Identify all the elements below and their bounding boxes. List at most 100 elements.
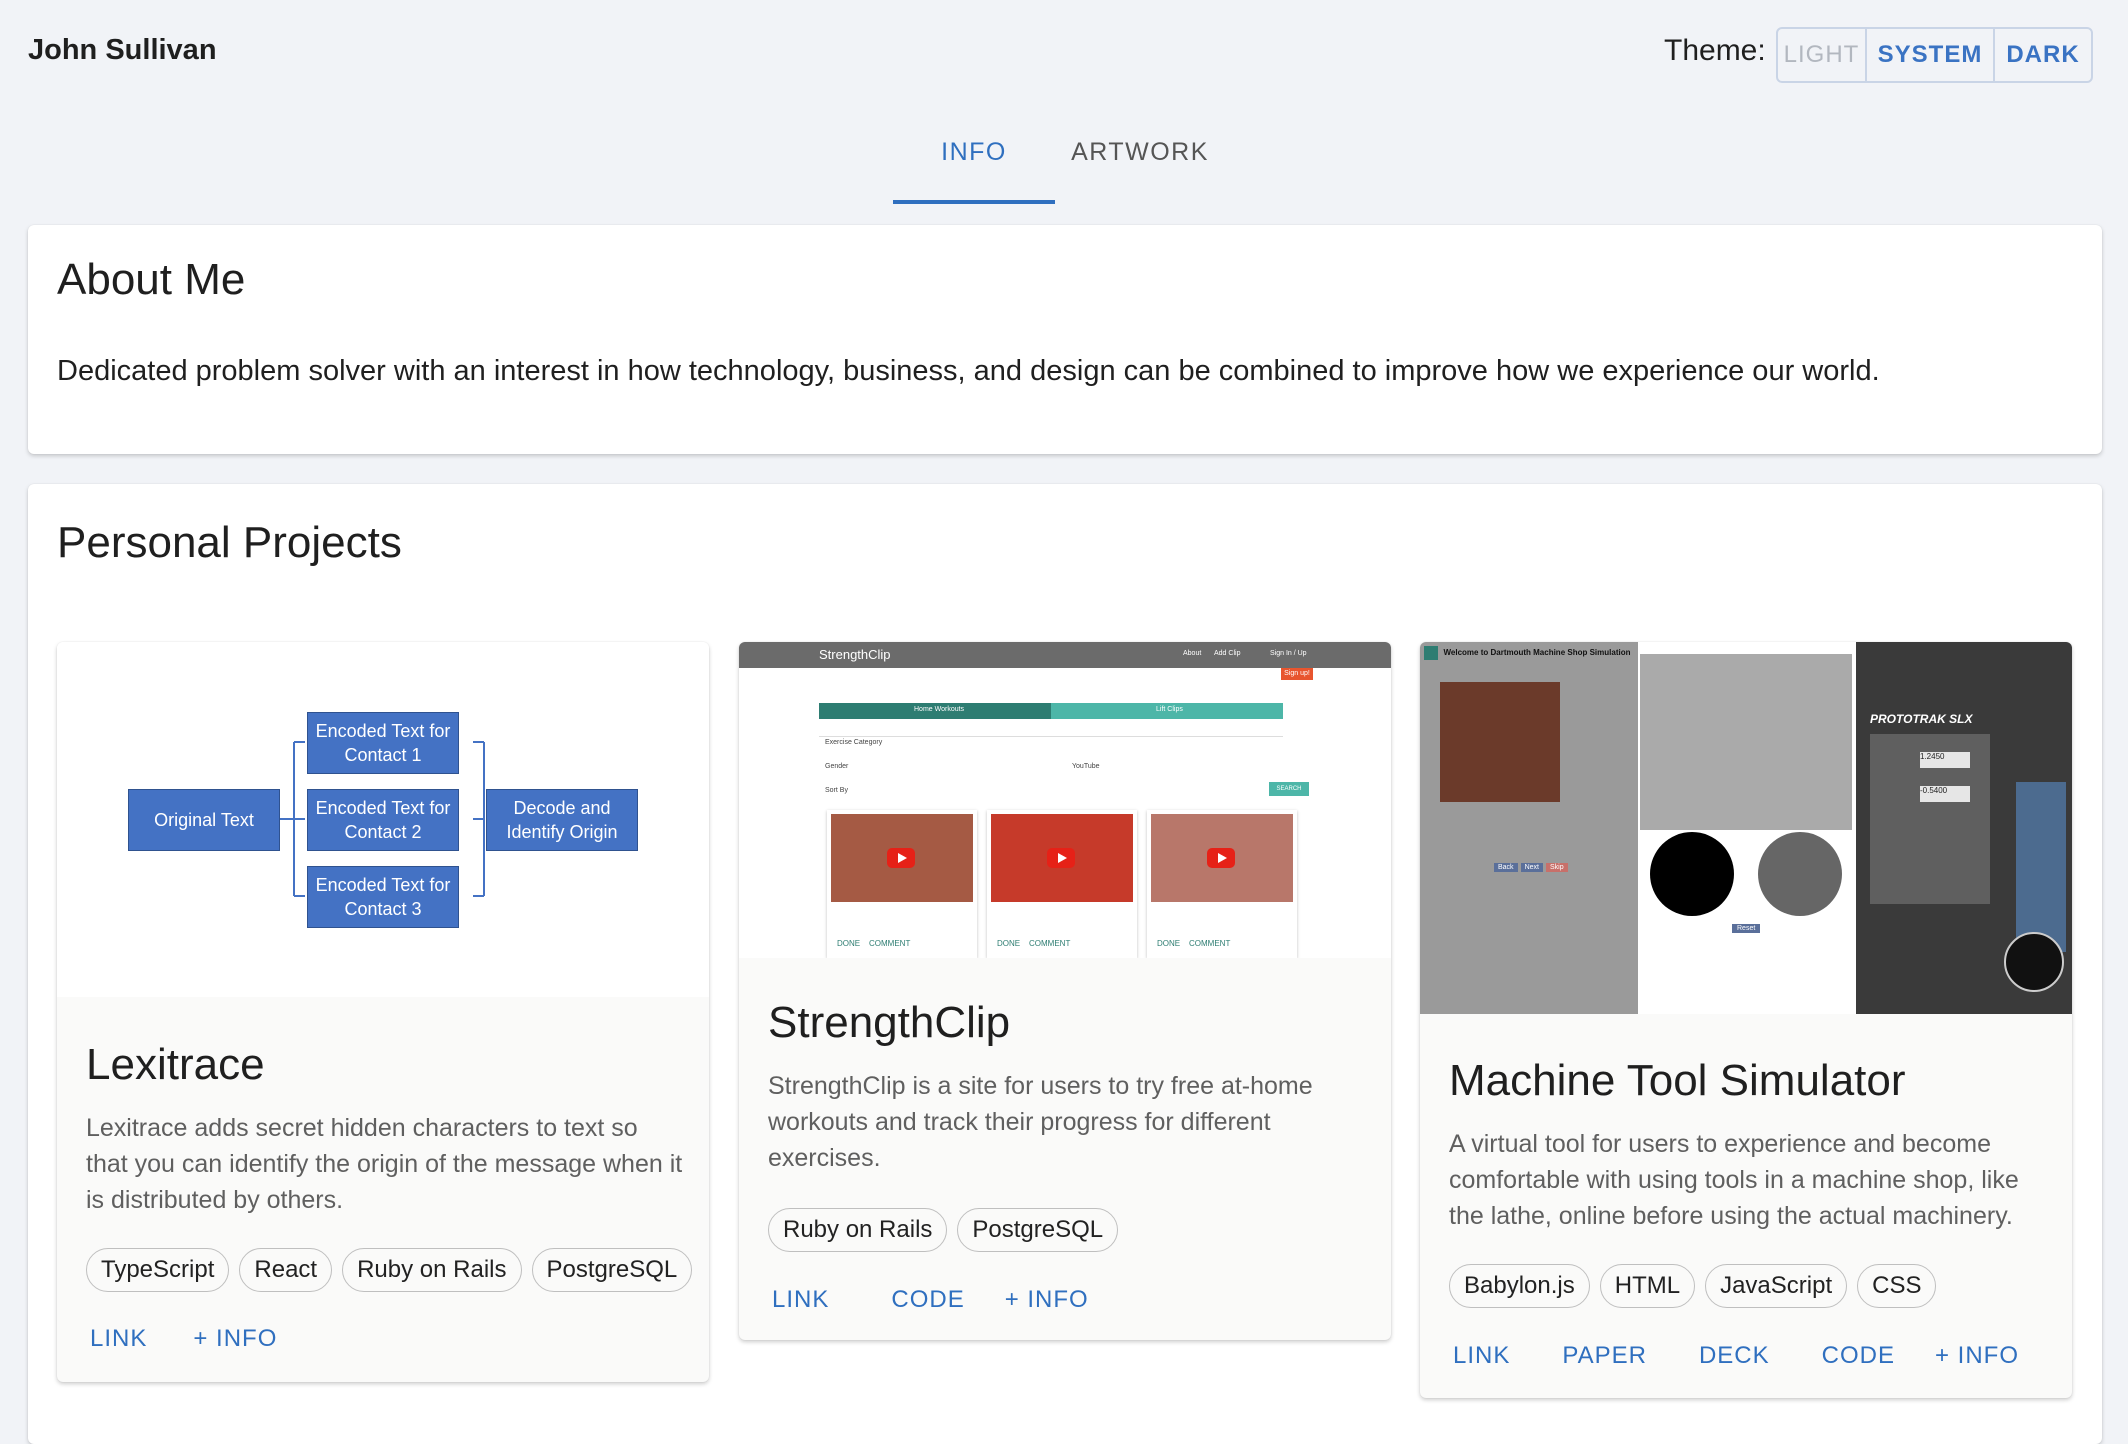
menu-icon	[1424, 646, 1438, 660]
preview-filter: Gender	[825, 763, 849, 770]
video-footer: DONE COMMENT	[1157, 939, 1231, 948]
tag-list: Babylon.js HTML JavaScript CSS	[1449, 1264, 1937, 1308]
preview-reset: Reset	[1732, 924, 1761, 933]
theme-light-button[interactable]: LIGHT	[1778, 29, 1865, 81]
about-text: Dedicated problem solver with an interes…	[57, 355, 1880, 387]
theme-toggle-group: LIGHT SYSTEM DARK	[1776, 27, 2093, 83]
preview-nav-item: Sign In / Up	[1270, 650, 1307, 657]
paper-button[interactable]: PAPER	[1545, 1332, 1664, 1380]
preview-control-panel: PROTOTRAK SLX 1.2450 -0.5400	[1856, 642, 2072, 1014]
preview-search-button: SEARCH	[1269, 782, 1309, 796]
about-card: About Me Dedicated problem solver with a…	[28, 225, 2102, 454]
preview-back: Back	[1494, 863, 1518, 872]
preview-filter: Exercise Category	[825, 739, 883, 746]
link-button[interactable]: LINK	[1436, 1332, 1527, 1380]
preview-video-card: DONE COMMENT	[1147, 810, 1297, 958]
deck-button[interactable]: DECK	[1682, 1332, 1787, 1380]
preview-filter: YouTube	[1072, 763, 1100, 770]
preview-navbar: StrengthClip About Add Clip Sign In / Up	[739, 642, 1391, 668]
preview-tab-lift: Lift Clips	[1051, 703, 1283, 719]
tag-chip: JavaScript	[1705, 1264, 1848, 1308]
more-info-button[interactable]: + INFO	[988, 1276, 1106, 1324]
preview-nav-item: About	[1183, 650, 1202, 657]
preview-signup: Sign up!	[1281, 668, 1313, 680]
preview-divider	[819, 736, 1283, 737]
tab-info[interactable]: INFO	[893, 130, 1055, 204]
tag-chip: CSS	[1857, 1264, 1937, 1308]
diagram-encoded-3: Encoded Text for Contact 3	[307, 866, 459, 928]
theme-system-button[interactable]: SYSTEM	[1865, 29, 1993, 81]
tag-chip: HTML	[1599, 1264, 1696, 1308]
theme-label: Theme:	[1664, 34, 1766, 67]
project-title: Machine Tool Simulator	[1449, 1056, 1906, 1105]
theme-dark-button[interactable]: DARK	[1993, 29, 2091, 81]
project-description: A virtual tool for users to experience a…	[1449, 1130, 2019, 1230]
project-actions: LINK PAPER DECK CODE + INFO	[1436, 1332, 2036, 1380]
preview-video-card: DONE COMMENT	[987, 810, 1137, 958]
tag-list: TypeScript React Ruby on Rails PostgreSQ…	[86, 1248, 693, 1292]
project-title: StrengthClip	[768, 998, 1011, 1047]
preview-panel-brand: PROTOTRAK SLX	[1870, 712, 1973, 726]
lexitrace-diagram: Original Text Encoded Text for Contact 1…	[57, 642, 709, 997]
preview-nav-buttons: Back Next Skip	[1494, 863, 1568, 872]
link-button[interactable]: LINK	[755, 1276, 846, 1324]
project-description: Lexitrace adds secret hidden characters …	[86, 1114, 683, 1214]
tag-chip: Ruby on Rails	[768, 1208, 948, 1252]
preview-logo-seal	[2004, 932, 2064, 992]
tab-artwork[interactable]: ARTWORK	[1055, 130, 1225, 204]
code-button[interactable]: CODE	[1805, 1332, 1912, 1380]
top-bar: John Sullivan Theme: LIGHT SYSTEM DARK	[0, 0, 2128, 110]
more-info-button[interactable]: + INFO	[1918, 1332, 2036, 1380]
preview-video-card: DONE COMMENT	[827, 810, 977, 958]
project-card-lexitrace: Original Text Encoded Text for Contact 1…	[57, 642, 709, 1382]
video-footer: DONE COMMENT	[837, 939, 911, 948]
code-button[interactable]: CODE	[874, 1276, 981, 1324]
preview-readout-area: 1.2450 -0.5400	[1870, 734, 1990, 904]
diagram-original-text: Original Text	[128, 789, 280, 851]
preview-welcome-title: Welcome to Dartmouth Machine Shop Simula…	[1443, 648, 1631, 657]
project-actions: LINK CODE + INFO	[755, 1276, 1106, 1324]
machine-tool-screenshot: Welcome to Dartmouth Machine Shop Simula…	[1420, 642, 2072, 1014]
tag-chip: PostgreSQL	[531, 1248, 693, 1292]
preview-lathe-panel: Reset	[1638, 642, 1856, 1014]
link-button[interactable]: LINK	[73, 1315, 164, 1363]
preview-building-photo	[1440, 682, 1560, 802]
strengthclip-screenshot: StrengthClip About Add Clip Sign In / Up…	[739, 642, 1391, 958]
preview-tab-label: Lift Clips	[1156, 706, 1183, 713]
preview-brand: StrengthClip	[819, 647, 891, 662]
diagram-encoded-1: Encoded Text for Contact 1	[307, 712, 459, 774]
preview-handwheel-right	[1758, 832, 1842, 916]
preview-x-readout: 1.2450	[1920, 752, 1970, 768]
more-info-button[interactable]: + INFO	[176, 1315, 294, 1363]
diagram-decode: Decode and Identify Origin	[486, 789, 638, 851]
preview-lathe-render	[1640, 654, 1852, 830]
preview-welcome-panel: Welcome to Dartmouth Machine Shop Simula…	[1420, 642, 1638, 1014]
project-card-machine-tool-simulator: Welcome to Dartmouth Machine Shop Simula…	[1420, 642, 2072, 1398]
video-footer: DONE COMMENT	[997, 939, 1071, 948]
tag-list: Ruby on Rails PostgreSQL	[768, 1208, 1119, 1252]
diagram-encoded-2: Encoded Text for Contact 2	[307, 789, 459, 851]
tag-chip: Babylon.js	[1449, 1264, 1590, 1308]
preview-next: Next	[1520, 863, 1543, 872]
preview-z-readout: -0.5400	[1920, 786, 1970, 802]
project-card-strengthclip: StrengthClip About Add Clip Sign In / Up…	[739, 642, 1391, 1340]
about-title: About Me	[57, 255, 246, 304]
project-description: StrengthClip is a site for users to try …	[768, 1072, 1313, 1172]
preview-skip: Skip	[1545, 863, 1568, 872]
preview-nav-item: Add Clip	[1214, 650, 1241, 657]
preview-handwheel-left	[1650, 832, 1734, 916]
tag-chip: TypeScript	[86, 1248, 230, 1292]
preview-tab-label: Home Workouts	[914, 706, 965, 713]
projects-title: Personal Projects	[57, 518, 402, 567]
project-actions: LINK + INFO	[73, 1315, 294, 1363]
project-title: Lexitrace	[86, 1040, 265, 1089]
preview-tab-home: Home Workouts	[819, 703, 1051, 719]
preview-filter: Sort By	[825, 787, 848, 794]
play-icon	[1207, 848, 1235, 868]
play-icon	[1047, 848, 1075, 868]
play-icon	[887, 848, 915, 868]
tag-chip: Ruby on Rails	[342, 1248, 522, 1292]
owner-name: John Sullivan	[28, 34, 217, 66]
tag-chip: React	[239, 1248, 333, 1292]
preview-keypad	[2016, 782, 2066, 952]
